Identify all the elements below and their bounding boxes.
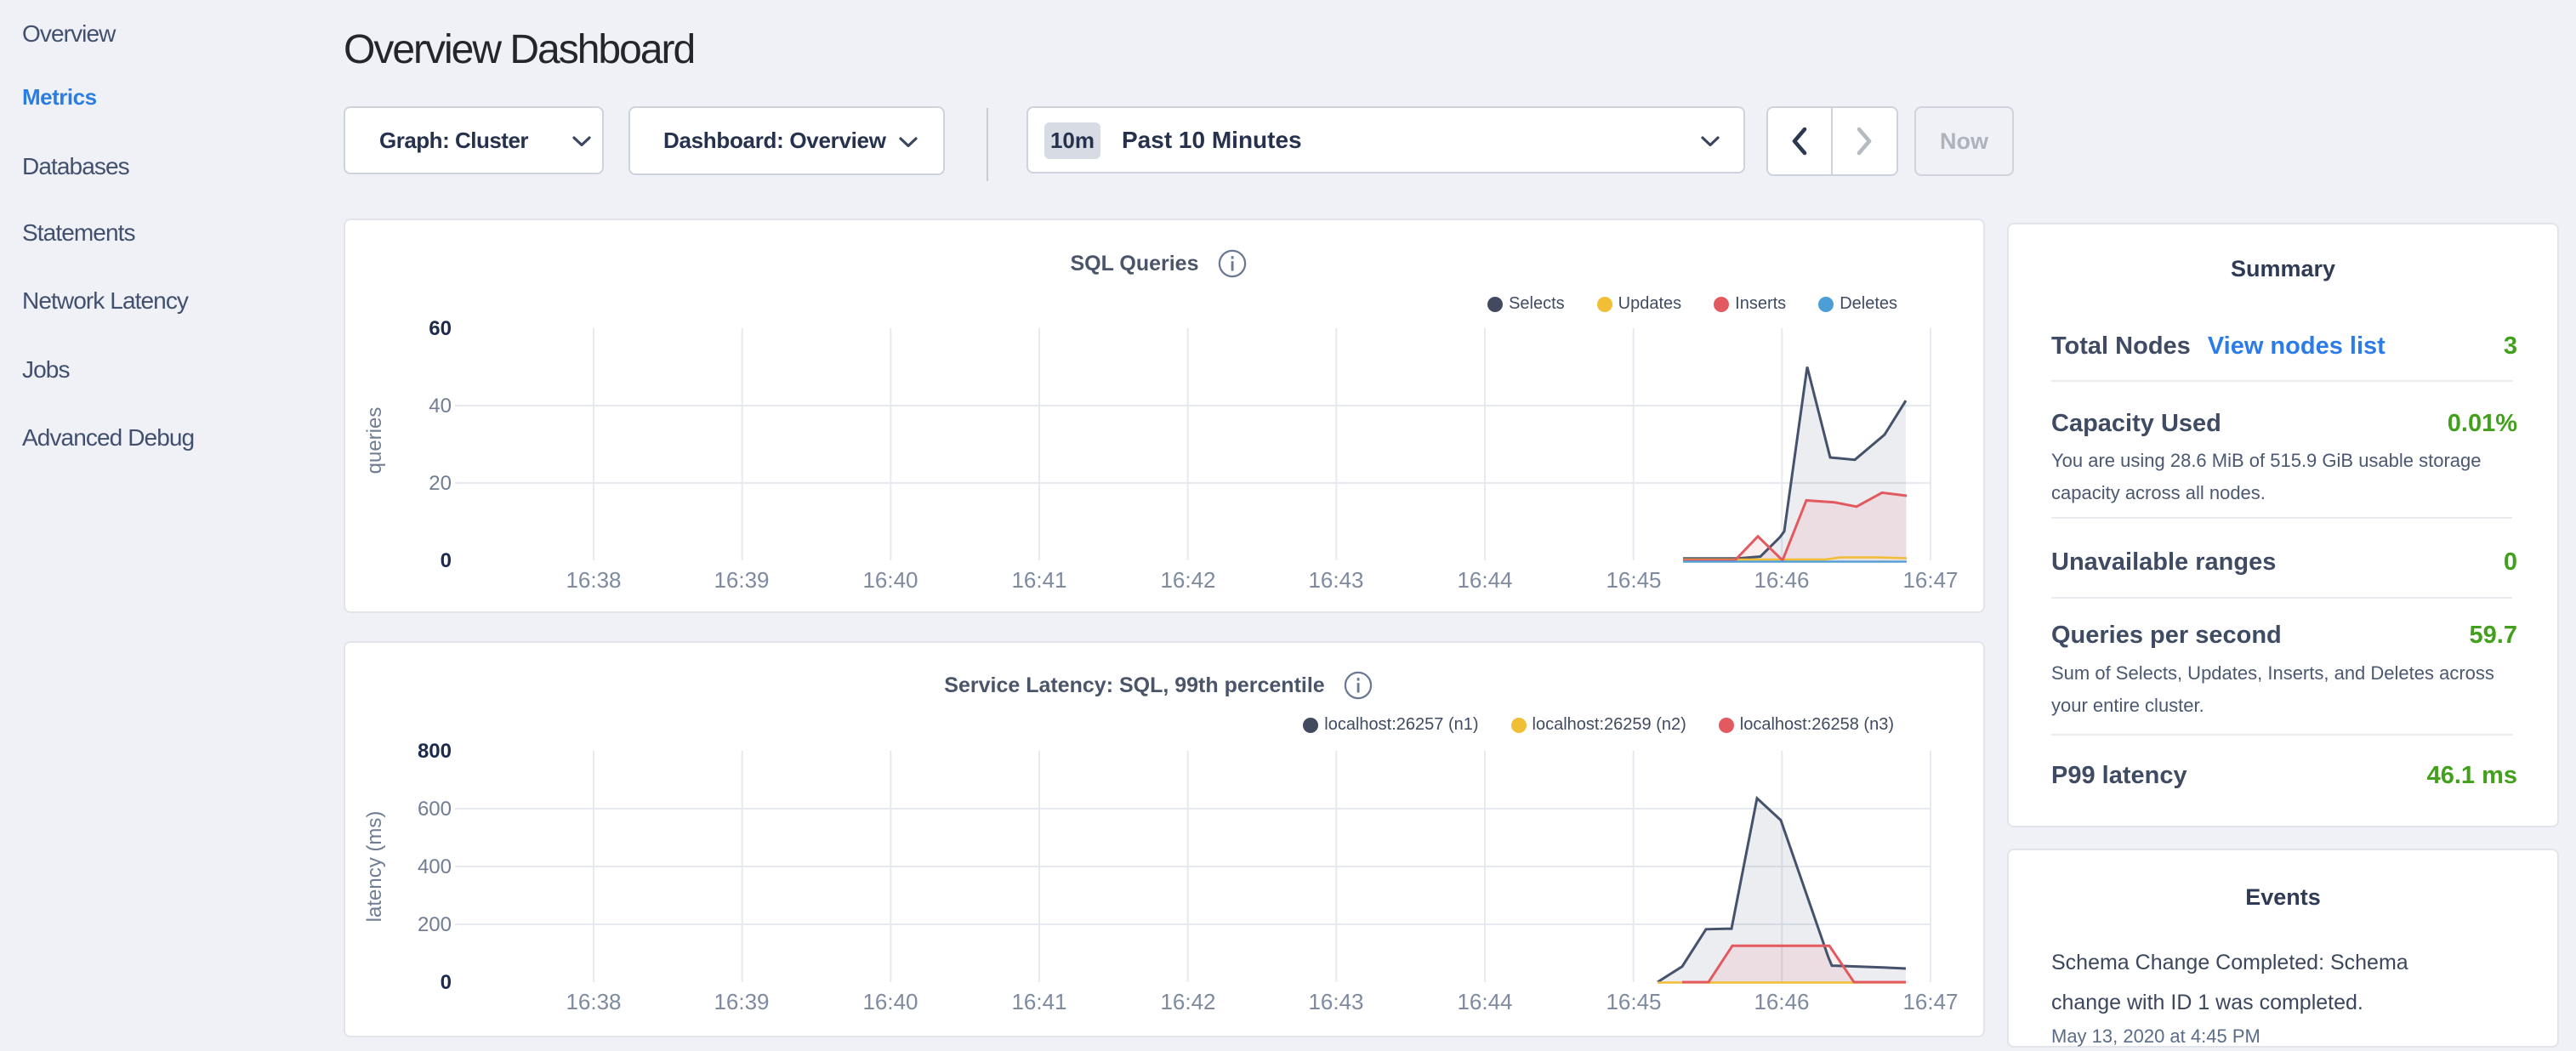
svg-text:queries: queries	[363, 407, 386, 474]
svg-text:16:44: 16:44	[1457, 989, 1512, 1014]
svg-text:16:42: 16:42	[1160, 989, 1215, 1014]
svg-text:16:38: 16:38	[566, 989, 621, 1014]
svg-text:0: 0	[441, 549, 452, 572]
svg-text:16:40: 16:40	[862, 567, 918, 593]
svg-text:16:47: 16:47	[1902, 989, 1958, 1014]
svg-text:16:45: 16:45	[1606, 989, 1661, 1014]
svg-text:0: 0	[441, 971, 452, 994]
svg-text:16:40: 16:40	[862, 989, 918, 1014]
svg-text:16:43: 16:43	[1308, 567, 1363, 593]
svg-text:16:44: 16:44	[1457, 567, 1512, 593]
svg-text:16:41: 16:41	[1011, 567, 1066, 593]
svg-text:latency (ms): latency (ms)	[363, 811, 386, 923]
svg-text:16:41: 16:41	[1011, 989, 1066, 1014]
svg-text:60: 60	[429, 317, 452, 340]
svg-text:16:38: 16:38	[566, 567, 621, 593]
svg-text:16:46: 16:46	[1754, 567, 1809, 593]
svg-text:600: 600	[418, 798, 452, 821]
svg-text:16:42: 16:42	[1160, 567, 1215, 593]
svg-text:16:45: 16:45	[1606, 567, 1661, 593]
svg-text:800: 800	[418, 740, 452, 763]
svg-text:16:47: 16:47	[1902, 567, 1958, 593]
svg-text:16:43: 16:43	[1308, 989, 1363, 1014]
svg-text:40: 40	[429, 395, 452, 418]
svg-text:16:46: 16:46	[1754, 989, 1809, 1014]
svg-text:16:39: 16:39	[714, 567, 769, 593]
svg-text:400: 400	[418, 855, 452, 878]
svg-text:16:39: 16:39	[714, 989, 769, 1014]
svg-text:20: 20	[429, 472, 452, 495]
svg-text:200: 200	[418, 913, 452, 936]
